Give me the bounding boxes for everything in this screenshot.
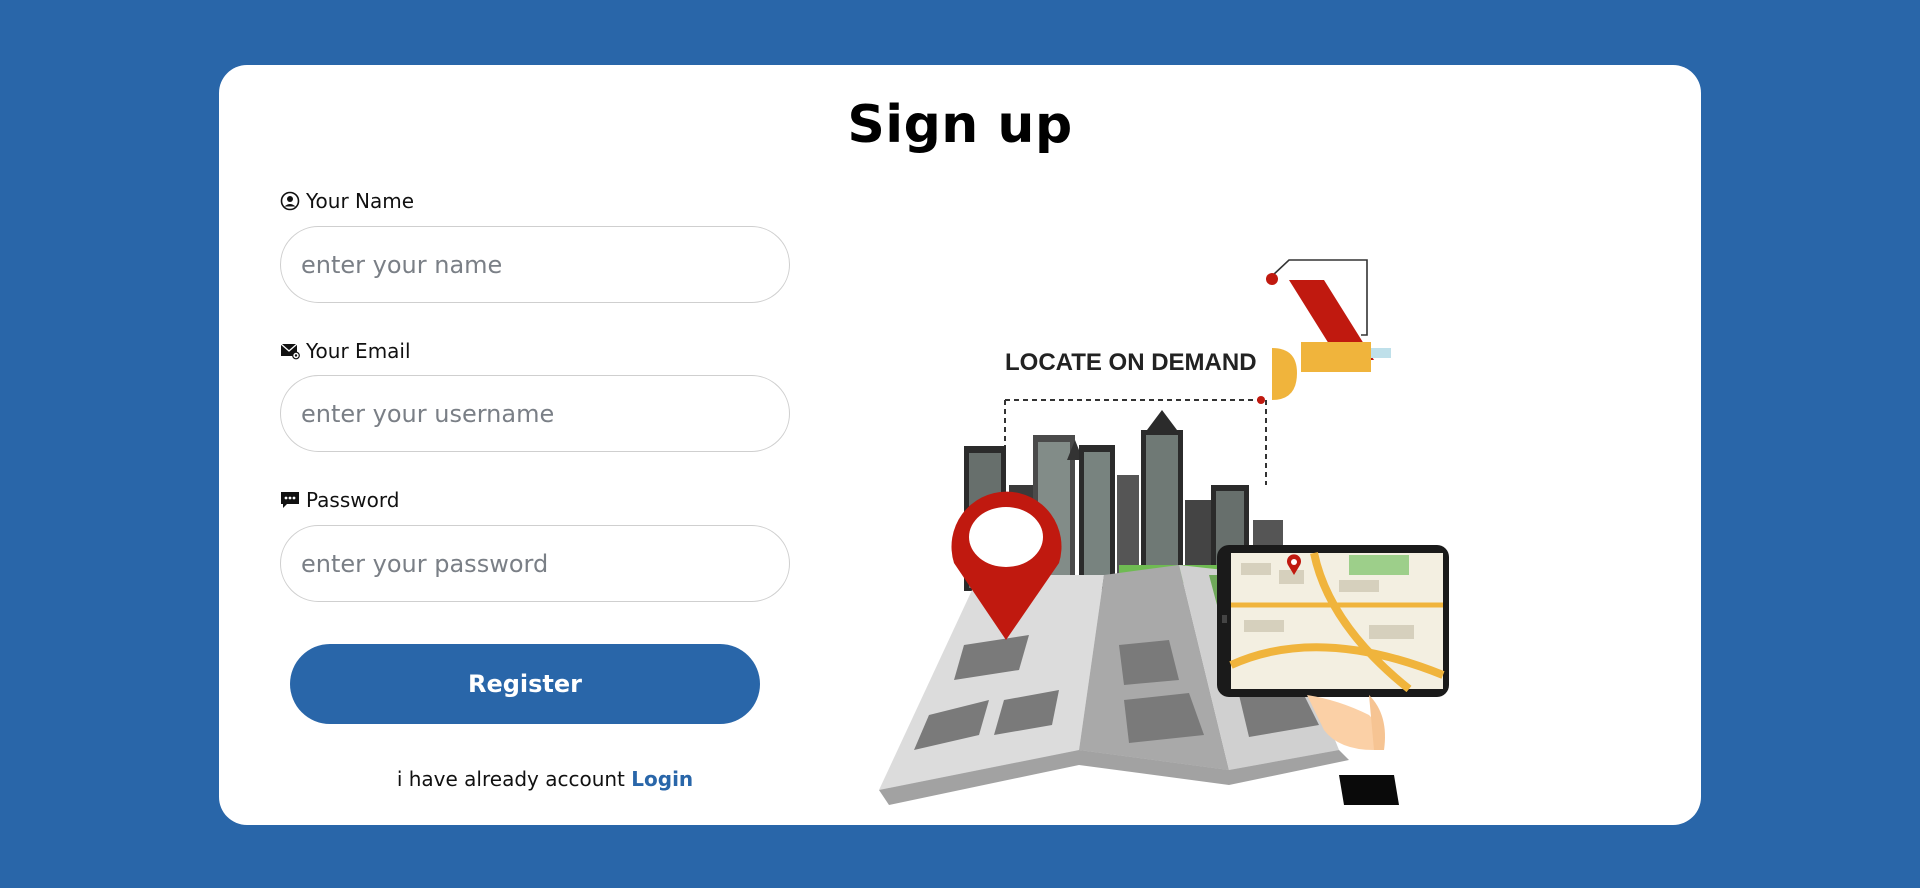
email-label-text: Your Email	[306, 339, 411, 363]
user-circle-icon	[280, 191, 300, 211]
illustration-caption: LOCATE ON DEMAND	[1005, 349, 1257, 376]
email-label: Your Email	[280, 339, 411, 363]
login-prompt: i have already account Login	[280, 767, 810, 791]
name-input[interactable]	[280, 226, 790, 303]
name-label: Your Name	[280, 189, 414, 213]
login-link[interactable]: Login	[631, 767, 693, 791]
tablet-map-icon	[1217, 545, 1449, 697]
password-label-text: Password	[306, 488, 400, 512]
satellite-icon	[1272, 280, 1391, 400]
signup-card: Sign up Your Name Your Email	[219, 65, 1701, 825]
login-prompt-text: i have already account	[396, 767, 625, 791]
name-label-text: Your Name	[306, 189, 415, 213]
password-label: Password	[280, 488, 399, 512]
envelope-icon	[280, 342, 300, 360]
register-button[interactable]: Register	[290, 644, 760, 724]
email-input[interactable]	[280, 375, 790, 452]
locate-on-demand-illustration: LOCATE ON DEMAND	[879, 259, 1449, 805]
chat-bubble-icon	[280, 491, 300, 509]
page-title: Sign up	[847, 95, 1073, 155]
password-input[interactable]	[280, 525, 790, 602]
